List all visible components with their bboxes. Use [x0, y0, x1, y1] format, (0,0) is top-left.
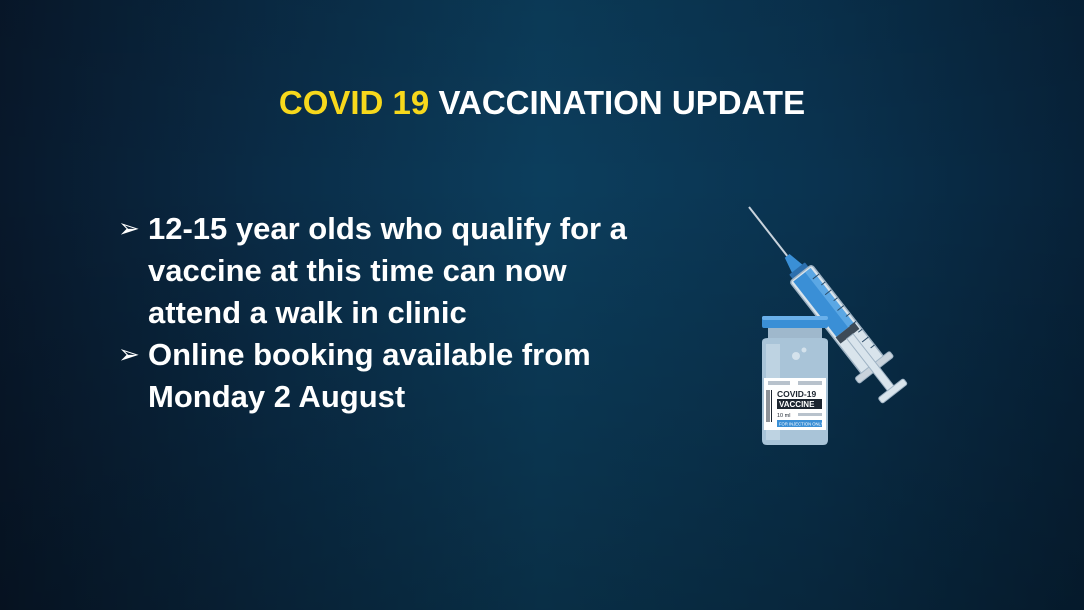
title-highlight: COVID 19 — [278, 84, 430, 121]
vial-volume: 10 ml — [777, 413, 790, 419]
bullet-item: ➢ Online booking available from Monday 2… — [118, 334, 718, 418]
bullet-line: attend a walk in clinic — [148, 295, 467, 330]
vaccine-illustration-svg: COVID-19 VACCINE 10 ml FOR INJECTION ONL… — [748, 206, 908, 445]
slide-title: COVID 19 VACCINATION UPDATE — [0, 84, 1084, 122]
title-rest: VACCINATION UPDATE — [438, 84, 806, 121]
vaccine-illustration: COVID-19 VACCINE 10 ml FOR INJECTION ONL… — [740, 200, 980, 455]
vial-strip-text: FOR INJECTION ONLY — [779, 422, 824, 427]
bullet-line: 12-15 year olds who qualify for a — [148, 211, 627, 246]
vial-label-sub: VACCINE — [779, 400, 815, 409]
bullet-line: vaccine at this time can now — [148, 253, 567, 288]
arrow-bullet-icon: ➢ — [118, 340, 140, 370]
slide: COVID 19 VACCINATION UPDATE ➢ 12-15 year… — [0, 0, 1084, 610]
vial-label-main: COVID-19 — [777, 389, 816, 399]
arrow-bullet-icon: ➢ — [118, 214, 140, 244]
bullet-line: Online booking available from — [148, 337, 591, 372]
bullet-line: Monday 2 August — [148, 379, 406, 414]
bullet-list: ➢ 12-15 year olds who qualify for a vacc… — [118, 208, 718, 418]
vaccine-vial-icon: COVID-19 VACCINE 10 ml FOR INJECTION ONL… — [762, 316, 828, 445]
bullet-item: ➢ 12-15 year olds who qualify for a vacc… — [118, 208, 718, 334]
